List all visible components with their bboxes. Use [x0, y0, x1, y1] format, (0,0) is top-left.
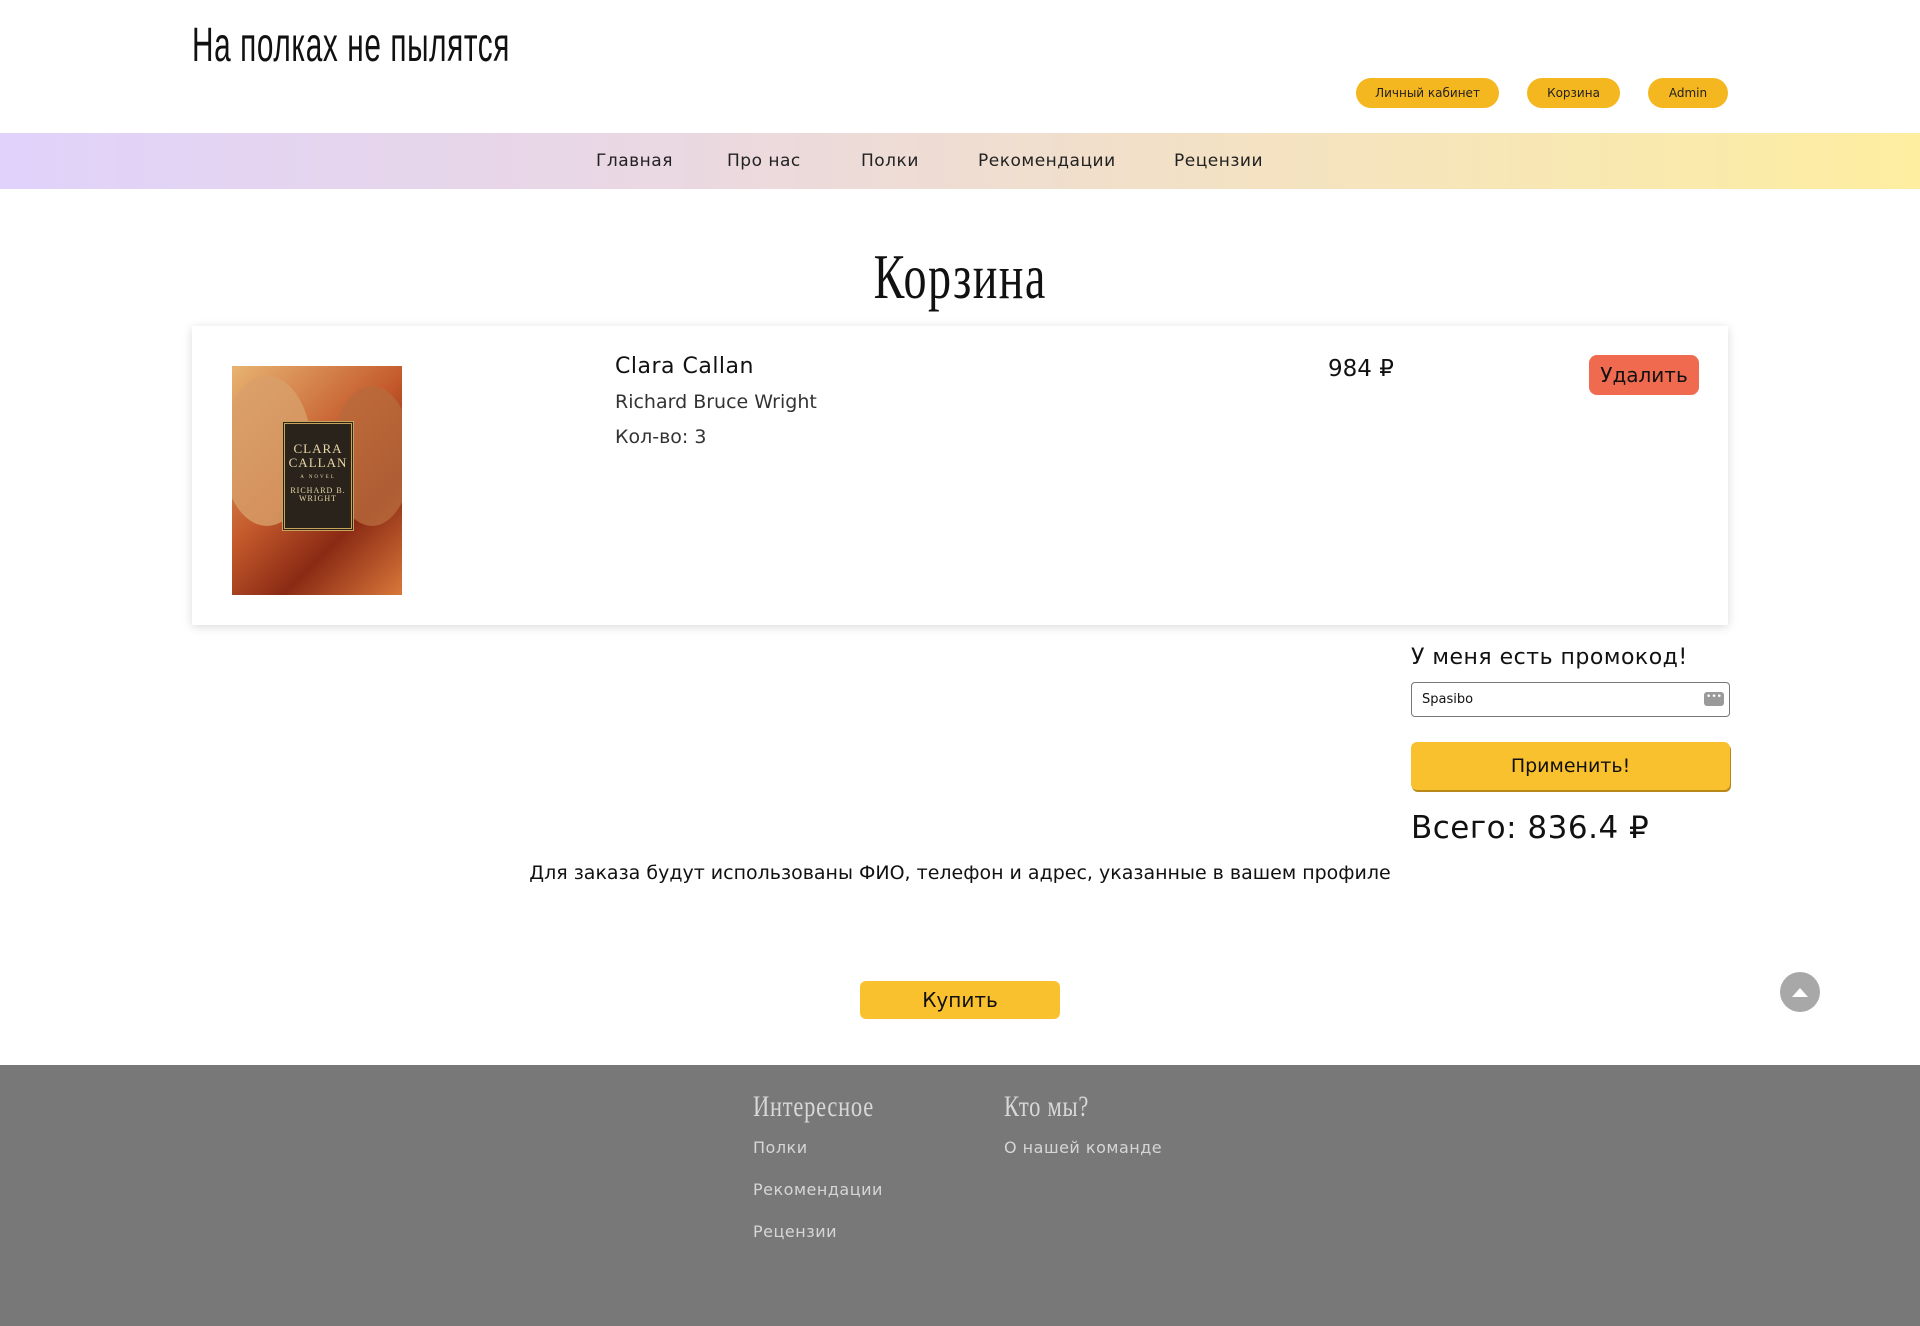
- quantity-label: Кол-во: 3: [615, 426, 707, 448]
- footer-link-recommendations[interactable]: Рекомендации: [753, 1180, 883, 1199]
- site-title[interactable]: На полках не пылятся: [192, 18, 510, 73]
- nav-item-reviews[interactable]: Рецензии: [1174, 151, 1263, 171]
- page-title: Корзина: [873, 241, 1047, 312]
- footer-heading-who-we-are: Кто мы?: [1004, 1090, 1090, 1123]
- cart-button[interactable]: Корзина: [1527, 78, 1620, 108]
- total-amount: Всего: 836.4 ₽: [1411, 810, 1650, 846]
- main-nav: Главная Про нас Полки Рекомендации Рецен…: [0, 133, 1920, 189]
- order-note: Для заказа будут использованы ФИО, телеф…: [529, 862, 1391, 884]
- buy-button[interactable]: Купить: [860, 981, 1060, 1019]
- password-manager-icon[interactable]: •••: [1704, 692, 1724, 706]
- apply-promo-button[interactable]: Применить!: [1411, 742, 1730, 790]
- nav-item-about[interactable]: Про нас: [727, 151, 801, 171]
- promo-code-input[interactable]: [1411, 682, 1730, 717]
- promo-title: У меня есть промокод!: [1411, 645, 1688, 670]
- footer-link-team[interactable]: О нашей команде: [1004, 1138, 1162, 1157]
- nav-item-shelves[interactable]: Полки: [861, 151, 919, 171]
- footer-link-reviews[interactable]: Рецензии: [753, 1222, 837, 1241]
- nav-item-home[interactable]: Главная: [596, 151, 673, 171]
- delete-button[interactable]: Удалить: [1589, 355, 1699, 395]
- scroll-to-top-button[interactable]: [1780, 972, 1820, 1012]
- cart-item: CLARA CALLAN A NOVEL RICHARD B. WRIGHT C…: [192, 326, 1728, 625]
- book-title[interactable]: Clara Callan: [615, 354, 754, 379]
- footer-link-shelves[interactable]: Полки: [753, 1138, 808, 1157]
- footer: Интересное Полки Рекомендации Рецензии К…: [0, 1065, 1920, 1326]
- nav-item-recommendations[interactable]: Рекомендации: [978, 151, 1116, 171]
- personal-cabinet-button[interactable]: Личный кабинет: [1356, 78, 1499, 108]
- admin-button[interactable]: Admin: [1648, 78, 1728, 108]
- arrow-up-icon: [1792, 987, 1808, 997]
- book-author: Richard Bruce Wright: [615, 391, 817, 413]
- item-price: 984 ₽: [1328, 356, 1394, 382]
- book-cover-image[interactable]: CLARA CALLAN A NOVEL RICHARD B. WRIGHT: [232, 366, 402, 595]
- footer-heading-interesting: Интересное: [753, 1090, 874, 1123]
